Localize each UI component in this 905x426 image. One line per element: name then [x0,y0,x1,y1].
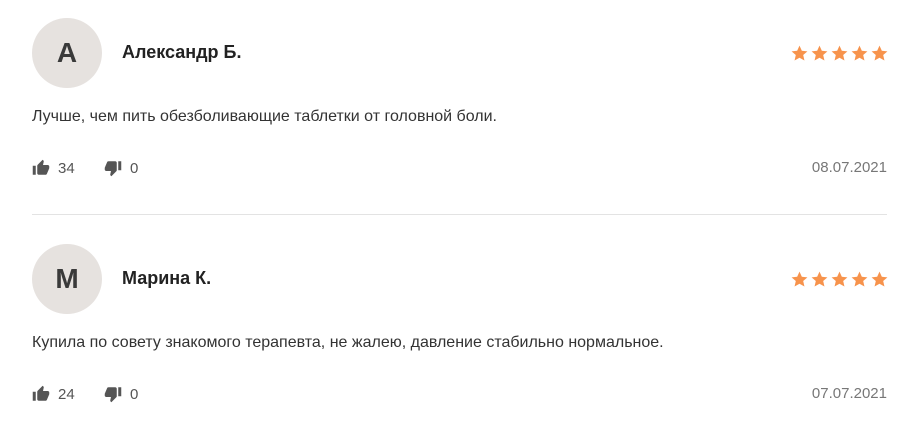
review-date: 08.07.2021 [811,159,887,176]
thumbs-down-icon [104,385,122,403]
star-icon [790,44,809,63]
review-footer: 24 0 07.07.2021 [32,384,887,404]
star-icon [790,270,809,289]
dislike-count: 0 [130,385,139,403]
reviews-list: А Александр Б. Лучше, чем пить обезболив… [0,0,905,413]
star-icon [830,44,849,63]
star-icon [810,270,829,289]
star-icon [850,270,869,289]
star-icon [850,44,869,63]
star-icon [870,270,889,289]
like-button[interactable]: 34 [32,158,75,178]
like-button[interactable]: 24 [32,384,75,404]
dislike-button[interactable]: 0 [104,384,138,404]
review-item: А Александр Б. Лучше, чем пить обезболив… [0,0,905,200]
review-author: Марина К. [122,268,212,288]
avatar: А [32,18,102,88]
divider [32,214,887,215]
star-icon [830,270,849,289]
avatar: М [32,244,102,314]
thumbs-up-icon [32,385,50,403]
review-author: Александр Б. [122,42,242,62]
review-date: 07.07.2021 [811,385,887,402]
dislike-button[interactable]: 0 [104,158,138,178]
review-footer: 34 0 08.07.2021 [32,158,887,178]
dislike-count: 0 [130,159,139,177]
like-count: 34 [58,159,75,177]
thumbs-down-icon [104,159,122,177]
rating-stars [790,44,889,63]
review-text: Купила по совету знакомого терапевта, не… [32,334,664,351]
thumbs-up-icon [32,159,50,177]
star-icon [870,44,889,63]
review-text: Лучше, чем пить обезболивающие таблетки … [32,108,497,125]
review-item: М Марина К. Купила по совету знакомого т… [0,226,905,426]
rating-stars [790,270,889,289]
like-count: 24 [58,385,75,403]
star-icon [810,44,829,63]
